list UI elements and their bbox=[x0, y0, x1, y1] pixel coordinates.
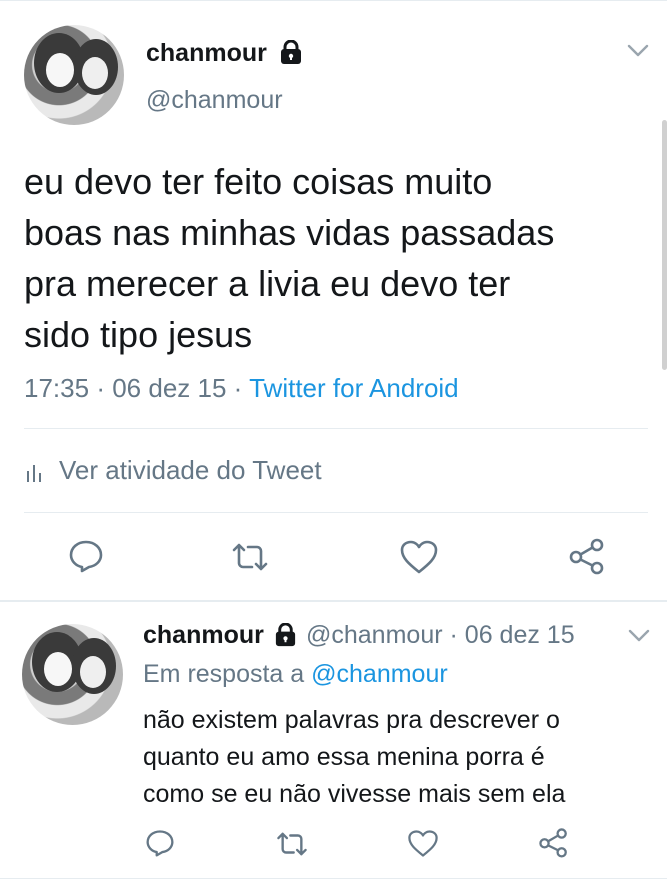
tweet-time: 17:35 bbox=[24, 373, 90, 403]
tweet-date: 06 dez 15 bbox=[112, 373, 227, 403]
user-handle[interactable]: @chanmour bbox=[306, 621, 443, 649]
in-reply-to: Em resposta a @chanmour bbox=[143, 660, 448, 689]
divider bbox=[24, 512, 648, 513]
meta-separator: · bbox=[449, 621, 458, 649]
bar-chart-icon bbox=[26, 461, 44, 483]
heart-icon[interactable] bbox=[399, 539, 439, 575]
tweet-meta: 17:35 · 06 dez 15 · Twitter for Android bbox=[24, 373, 459, 404]
tweet-source-link[interactable]: Twitter for Android bbox=[249, 373, 459, 403]
section-divider bbox=[0, 600, 667, 602]
lock-icon bbox=[278, 40, 304, 66]
meta-separator: · bbox=[96, 373, 105, 403]
display-name[interactable]: chanmour bbox=[143, 621, 264, 649]
avatar[interactable] bbox=[24, 25, 124, 125]
activity-label: Ver atividade do Tweet bbox=[59, 455, 322, 485]
in-reply-prefix: Em resposta a bbox=[143, 660, 305, 688]
divider bbox=[24, 428, 648, 429]
user-handle[interactable]: @chanmour bbox=[146, 86, 283, 115]
reply-meta: @chanmour · 06 dez 15 bbox=[306, 621, 575, 650]
display-name[interactable]: chanmour bbox=[146, 39, 267, 68]
tweet-date[interactable]: 06 dez 15 bbox=[465, 621, 575, 649]
share-icon[interactable] bbox=[568, 537, 606, 575]
retweet-icon[interactable] bbox=[275, 830, 309, 858]
lock-icon bbox=[273, 623, 298, 648]
bottom-divider bbox=[0, 878, 667, 879]
avatar[interactable] bbox=[22, 624, 123, 725]
reply-header: chanmour bbox=[143, 621, 264, 650]
tweet-text: eu devo ter feito coisas muito boas nas … bbox=[24, 161, 555, 355]
in-reply-handle-link[interactable]: @chanmour bbox=[311, 660, 448, 688]
scrollbar[interactable] bbox=[662, 120, 667, 370]
tweet-text: não existem palavras pra descrever o qua… bbox=[143, 706, 566, 808]
heart-icon[interactable] bbox=[407, 829, 439, 858]
chevron-down-icon[interactable] bbox=[626, 43, 650, 59]
chevron-down-icon[interactable] bbox=[627, 628, 651, 644]
share-icon[interactable] bbox=[538, 827, 569, 858]
reply-icon[interactable] bbox=[68, 539, 104, 573]
retweet-icon[interactable] bbox=[230, 541, 270, 573]
top-divider bbox=[0, 0, 667, 1]
meta-separator: · bbox=[233, 373, 243, 403]
reply-icon[interactable] bbox=[145, 829, 175, 857]
